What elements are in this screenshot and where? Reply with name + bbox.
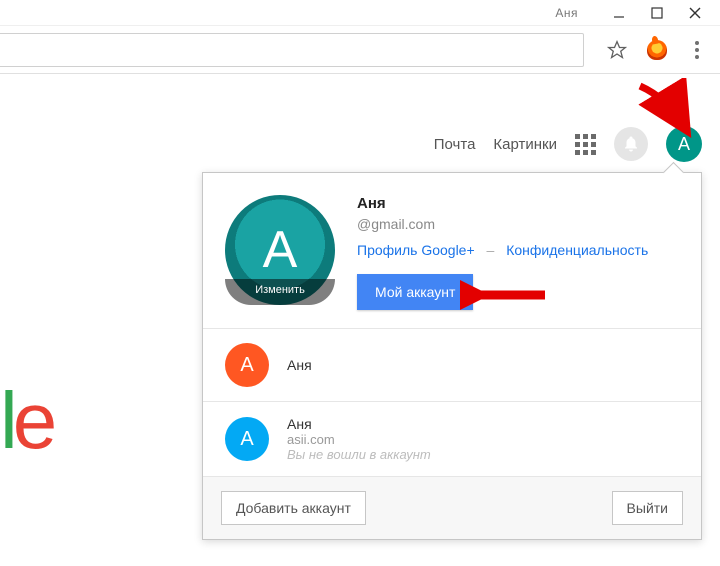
account-info: Аня @gmail.com Профиль Google+ – Конфиде… xyxy=(357,195,679,310)
window-titlebar: Аня xyxy=(0,0,720,26)
google-nav-bar: Почта Картинки А xyxy=(434,126,702,162)
address-bar[interactable] xyxy=(0,33,584,67)
mail-link[interactable]: Почта xyxy=(434,136,476,153)
popup-main-section: А Изменить Аня @gmail.com Профиль Google… xyxy=(203,173,701,328)
window-controls xyxy=(598,6,716,20)
notifications-icon[interactable] xyxy=(614,127,648,161)
google-logo-fragment: le xyxy=(0,375,60,467)
bookmark-star-icon[interactable] xyxy=(604,37,630,63)
google-plus-profile-link[interactable]: Профиль Google+ xyxy=(357,242,475,258)
browser-menu-icon[interactable] xyxy=(684,37,710,63)
account-row-avatar: А xyxy=(225,343,269,387)
privacy-link[interactable]: Конфиденциальность xyxy=(506,242,648,258)
maximize-icon[interactable] xyxy=(650,6,664,20)
account-email: @gmail.com xyxy=(357,216,679,232)
account-avatar[interactable]: А xyxy=(666,126,702,162)
minimize-icon[interactable] xyxy=(612,6,626,20)
account-row-avatar: А xyxy=(225,417,269,461)
add-account-button[interactable]: Добавить аккаунт xyxy=(221,491,366,525)
account-row-name: Аня xyxy=(287,357,312,373)
my-account-button[interactable]: Мой аккаунт xyxy=(357,274,473,310)
browser-toolbar xyxy=(0,26,720,74)
popup-footer: Добавить аккаунт Выйти xyxy=(203,476,701,539)
account-list: ААняААняasii.comВы не вошли в аккаунт xyxy=(203,328,701,476)
account-row[interactable]: А Аняasii.comВы не вошли в аккаунт xyxy=(203,401,701,476)
window-title: Аня xyxy=(555,6,578,20)
avatar-letter-large: А xyxy=(263,220,298,280)
account-row-name: Аня xyxy=(287,416,431,432)
images-link[interactable]: Картинки xyxy=(493,136,557,153)
account-popup: А Изменить Аня @gmail.com Профиль Google… xyxy=(202,172,702,540)
sign-out-button[interactable]: Выйти xyxy=(612,491,683,525)
apps-icon[interactable] xyxy=(575,134,596,155)
account-row[interactable]: А Аня xyxy=(203,328,701,401)
title-area: Аня xyxy=(4,6,598,20)
profile-avatar-large[interactable]: А Изменить xyxy=(225,195,335,305)
account-row-email: asii.com xyxy=(287,432,431,447)
account-name: Аня xyxy=(357,195,679,212)
extension-icon[interactable] xyxy=(644,37,670,63)
account-row-note: Вы не вошли в аккаунт xyxy=(287,447,431,462)
change-avatar-label[interactable]: Изменить xyxy=(225,279,335,305)
avatar-letter: А xyxy=(678,134,690,155)
account-links: Профиль Google+ – Конфиденциальность xyxy=(357,242,679,258)
close-icon[interactable] xyxy=(688,6,702,20)
